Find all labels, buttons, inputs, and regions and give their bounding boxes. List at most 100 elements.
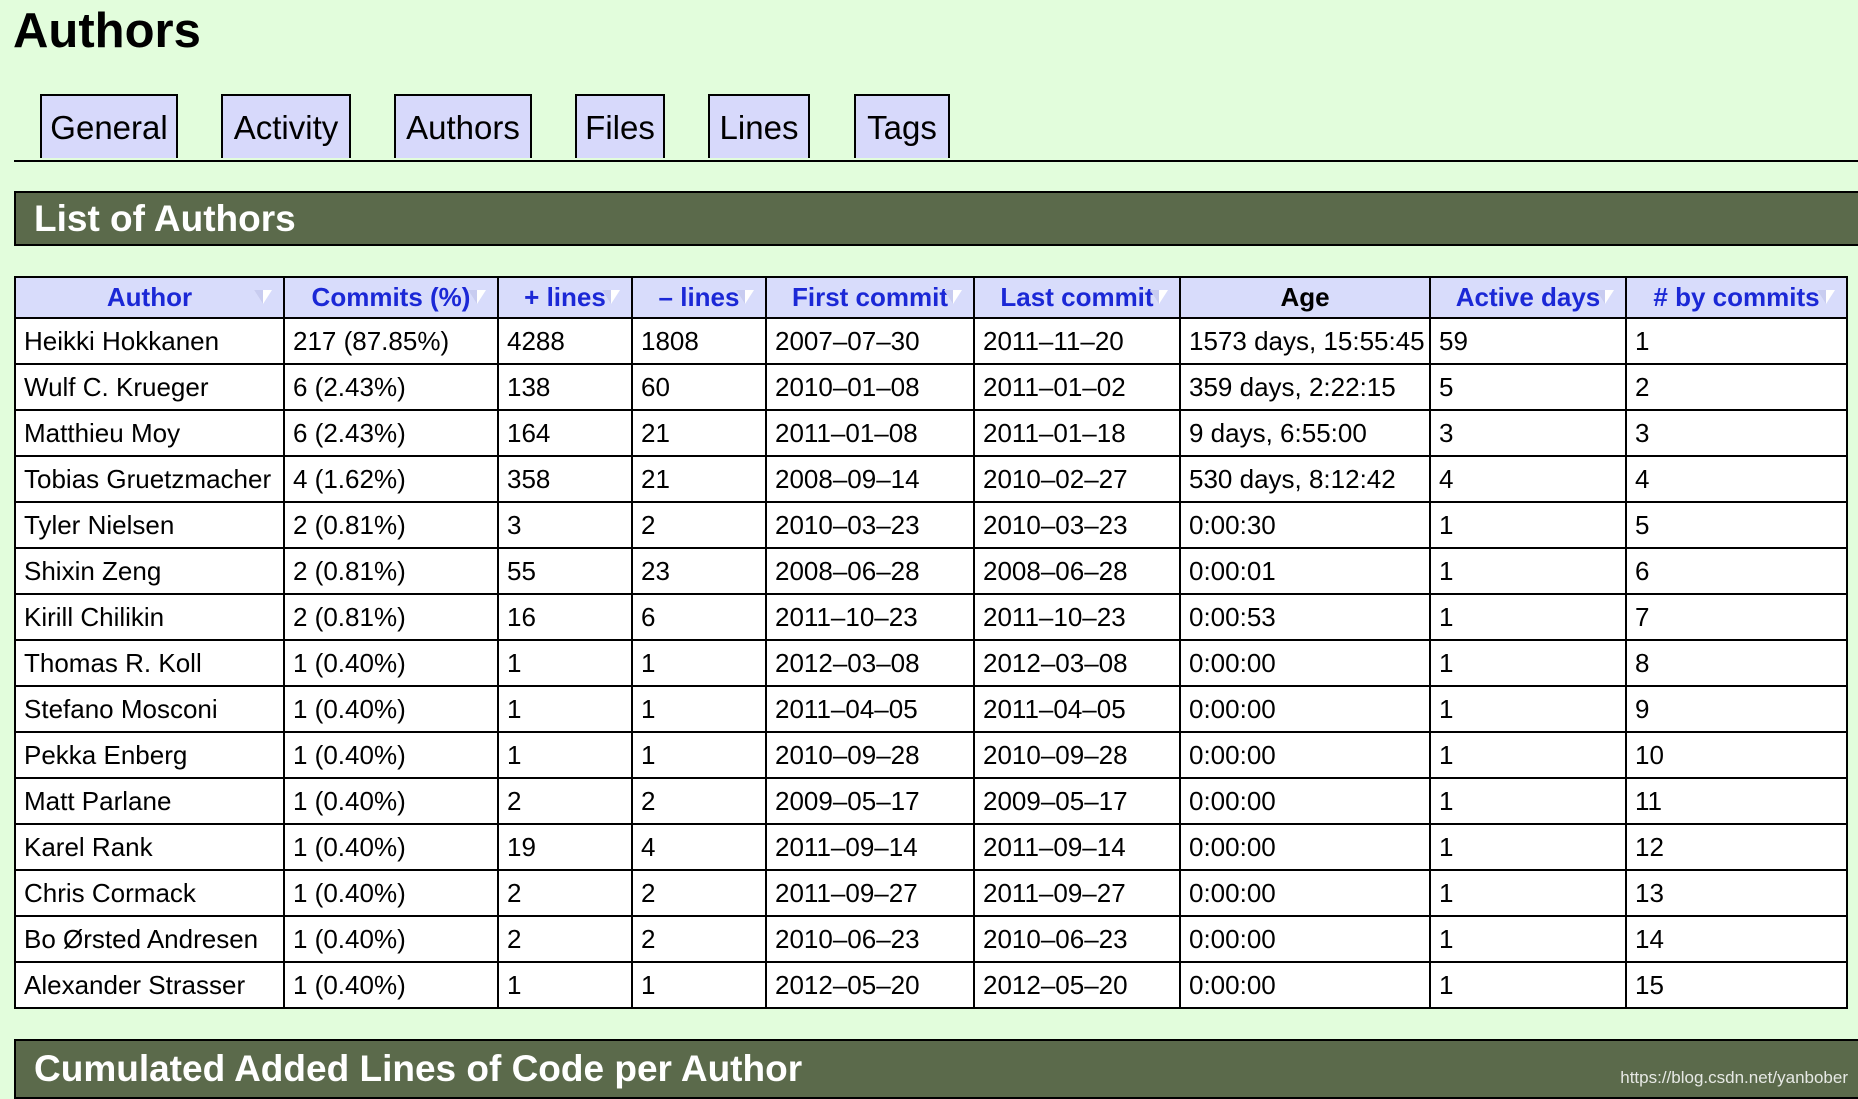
sort-triangle-icon[interactable] [1149,286,1169,306]
lines-added-cell: 3 [497,501,633,549]
rank-cell: 15 [1625,961,1848,1009]
last-commit-cell: 2011–04–05 [973,685,1181,733]
tab-general[interactable]: General [40,94,178,158]
lines-added-cell: 16 [497,593,633,641]
rank-cell: 14 [1625,915,1848,963]
section-header-list-of-authors: List of Authors [14,191,1858,246]
author-name: Wulf C. Krueger [14,363,285,411]
active-days-cell: 1 [1429,685,1627,733]
table-row: Thomas R. Koll 1 (0.40%) 1 1 2012–03–08 2012–… [14,639,1848,687]
age-cell: 0:00:00 [1179,777,1431,825]
table-row: Matthieu Moy 6 (2.43%) 164 21 2011–01–08 2011… [14,409,1848,457]
column-header-active-days[interactable]: Active days [1429,276,1627,319]
rank-cell: 9 [1625,685,1848,733]
table-header-row: Author Commits (%) + lines – lines First com… [14,276,1848,319]
first-commit-cell: 2011–09–14 [765,823,975,871]
tab-files[interactable]: Files [575,94,665,158]
first-commit-cell: 2010–03–23 [765,501,975,549]
active-days-cell: 3 [1429,409,1627,457]
lines-added-cell: 1 [497,731,633,779]
first-commit-cell: 2010–09–28 [765,731,975,779]
rank-cell: 1 [1625,317,1848,365]
commits-cell: 1 (0.40%) [283,915,499,963]
lines-removed-cell: 2 [631,777,767,825]
author-name: Tyler Nielsen [14,501,285,549]
last-commit-cell: 2011–01–18 [973,409,1181,457]
commits-cell: 1 (0.40%) [283,961,499,1009]
lines-removed-cell: 2 [631,869,767,917]
tab-lines[interactable]: Lines [708,94,810,158]
active-days-cell: 1 [1429,639,1627,687]
sort-triangle-icon[interactable] [1595,286,1615,306]
section-header-cumulated-lines: Cumulated Added Lines of Code per Author [14,1039,1858,1099]
age-cell: 0:00:00 [1179,685,1431,733]
rank-cell: 11 [1625,777,1848,825]
column-header-label: Author [106,282,193,312]
rank-cell: 4 [1625,455,1848,503]
author-name: Shixin Zeng [14,547,285,595]
lines-added-cell: 1 [497,961,633,1009]
lines-added-cell: 2 [497,777,633,825]
column-header-by-commits[interactable]: # by commits [1625,276,1848,319]
active-days-cell: 5 [1429,363,1627,411]
age-cell: 0:00:53 [1179,593,1431,641]
age-cell: 0:00:00 [1179,961,1431,1009]
active-days-cell: 1 [1429,593,1627,641]
column-header-label: Last commit [1000,282,1154,312]
first-commit-cell: 2011–09–27 [765,869,975,917]
last-commit-cell: 2012–05–20 [973,961,1181,1009]
column-header-lines[interactable]: + lines [497,276,633,319]
first-commit-cell: 2009–05–17 [765,777,975,825]
commits-cell: 2 (0.81%) [283,547,499,595]
tab-activity[interactable]: Activity [221,94,351,158]
author-name: Alexander Strasser [14,961,285,1009]
active-days-cell: 1 [1429,501,1627,549]
last-commit-cell: 2009–05–17 [973,777,1181,825]
age-cell: 0:00:30 [1179,501,1431,549]
author-name: Bo Ørsted Andresen [14,915,285,963]
active-days-cell: 1 [1429,915,1627,963]
sort-triangle-icon[interactable] [253,286,273,306]
column-header-last-commit[interactable]: Last commit [973,276,1181,319]
tab-authors[interactable]: Authors [394,94,532,158]
author-name: Matthieu Moy [14,409,285,457]
active-days-cell: 59 [1429,317,1627,365]
rank-cell: 2 [1625,363,1848,411]
lines-added-cell: 138 [497,363,633,411]
last-commit-cell: 2011–11–20 [973,317,1181,365]
column-header-author[interactable]: Author [14,276,285,319]
last-commit-cell: 2010–09–28 [973,731,1181,779]
rank-cell: 5 [1625,501,1848,549]
table-row: Stefano Mosconi 1 (0.40%) 1 1 2011–04–05 2011… [14,685,1848,733]
tab-tags[interactable]: Tags [854,94,950,158]
sort-triangle-icon[interactable] [467,286,487,306]
column-header-commits[interactable]: Commits (%) [283,276,499,319]
author-name: Kirill Chilikin [14,593,285,641]
commits-cell: 1 (0.40%) [283,869,499,917]
sort-triangle-icon[interactable] [1816,286,1836,306]
table-row: Matt Parlane 1 (0.40%) 2 2 2009–05–17 2009–05… [14,777,1848,825]
commits-cell: 6 (2.43%) [283,363,499,411]
sort-triangle-icon[interactable] [601,286,621,306]
active-days-cell: 1 [1429,823,1627,871]
author-name: Chris Cormack [14,869,285,917]
first-commit-cell: 2007–07–30 [765,317,975,365]
commits-cell: 217 (87.85%) [283,317,499,365]
sort-triangle-icon[interactable] [735,286,755,306]
author-name: Thomas R. Koll [14,639,285,687]
sort-triangle-icon[interactable] [943,286,963,306]
first-commit-cell: 2010–01–08 [765,363,975,411]
column-header-first-commit[interactable]: First commit [765,276,975,319]
author-name: Karel Rank [14,823,285,871]
age-cell: 0:00:00 [1179,823,1431,871]
column-header-age: Age [1179,276,1431,319]
column-header-lines[interactable]: – lines [631,276,767,319]
author-name: Heikki Hokkanen [14,317,285,365]
table-row: Bo Ørsted Andresen 1 (0.40%) 2 2 2010–06–23 2… [14,915,1848,963]
rank-cell: 6 [1625,547,1848,595]
authors-table: Author Commits (%) + lines – lines First com… [14,276,1848,1009]
commits-cell: 1 (0.40%) [283,731,499,779]
lines-removed-cell: 23 [631,547,767,595]
rank-cell: 3 [1625,409,1848,457]
author-name: Tobias Gruetzmacher [14,455,285,503]
